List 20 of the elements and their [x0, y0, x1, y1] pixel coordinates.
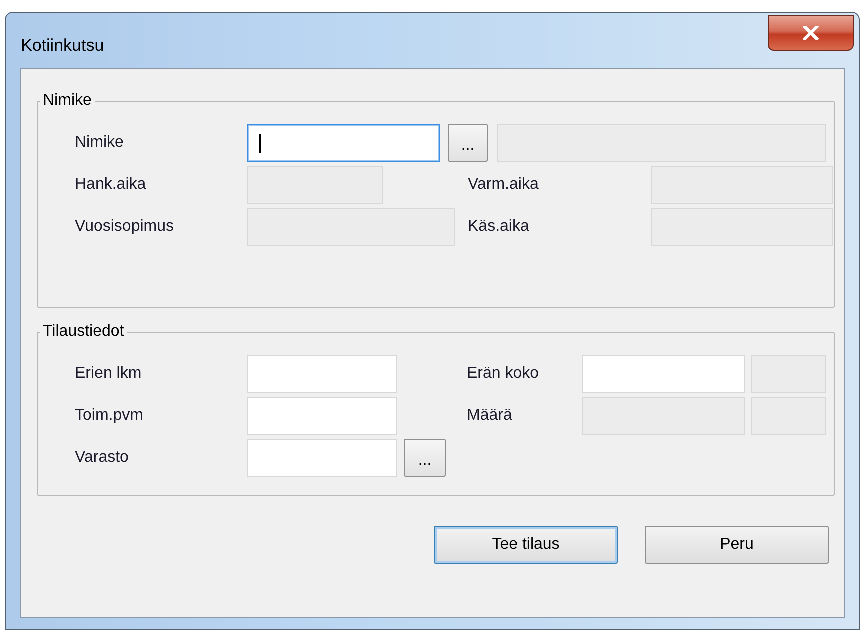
field-label: Erän koko — [467, 365, 540, 383]
field-label: Vuosisopimus — [75, 218, 176, 236]
dialog-button[interactable]: Tee tilaus — [434, 526, 618, 564]
close-icon — [803, 26, 819, 40]
field-label: Määrä — [467, 407, 514, 425]
input-field[interactable] — [247, 124, 440, 162]
field-label: Varm.aika — [468, 176, 540, 194]
group-title: Nimike — [42, 92, 93, 110]
dialog-button[interactable]: Peru — [645, 526, 829, 564]
field-label: Hank.aika — [75, 176, 148, 194]
browse-button[interactable]: ... — [448, 124, 488, 162]
group-title: Tilaustiedot — [42, 323, 126, 341]
field-label: Toim.pvm — [75, 407, 144, 425]
window-title: Kotiinkutsu — [21, 36, 104, 56]
close-button[interactable] — [768, 15, 854, 51]
field-label: Erien lkm — [75, 365, 143, 383]
field-label: Varasto — [75, 449, 130, 467]
browse-button[interactable]: ... — [404, 439, 446, 477]
field-label: Nimike — [75, 134, 125, 152]
field-label: Käs.aika — [468, 218, 530, 236]
